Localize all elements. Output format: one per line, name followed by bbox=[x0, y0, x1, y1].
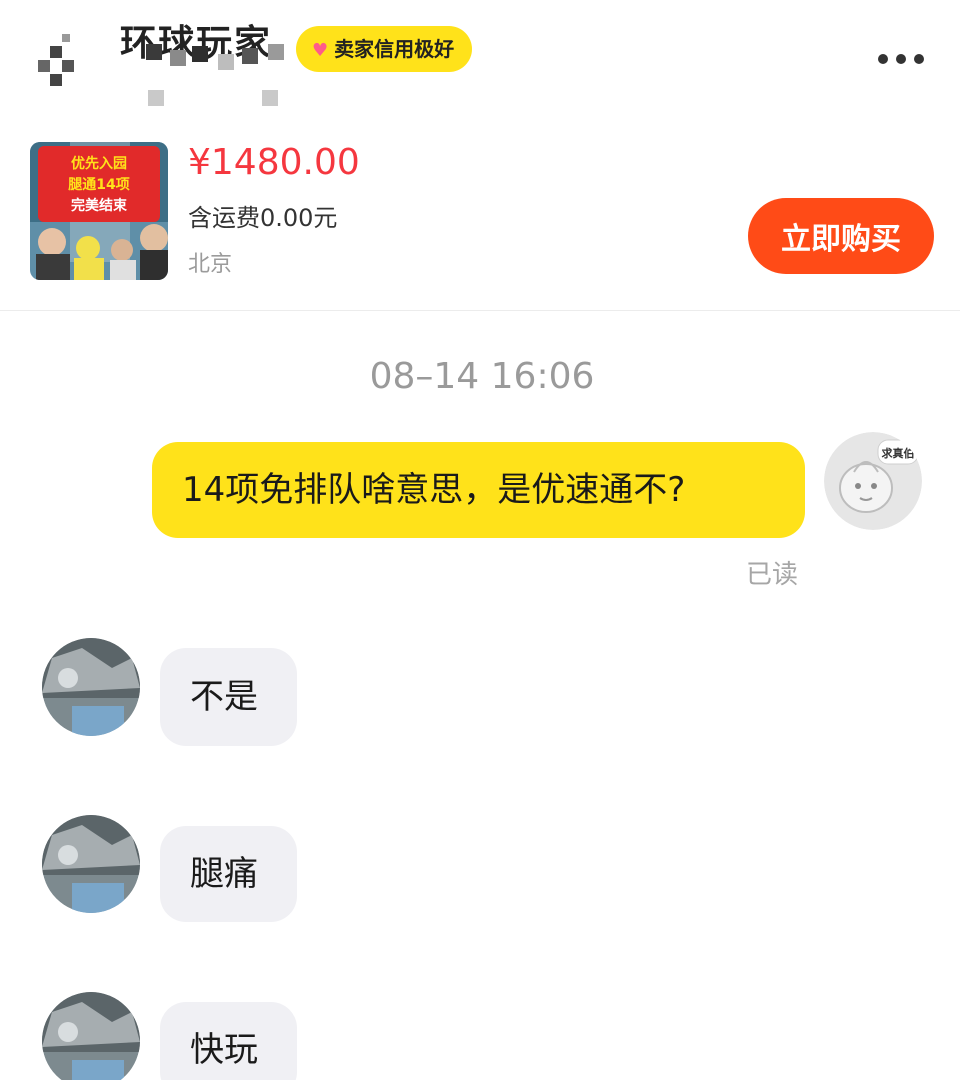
my-avatar[interactable]: 求真伯 bbox=[824, 432, 922, 530]
buy-now-button[interactable]: 立即购买 bbox=[748, 198, 934, 274]
seller-avatar[interactable] bbox=[42, 815, 140, 913]
seller-avatar[interactable] bbox=[42, 638, 140, 736]
thumbnail-line-1: 优先入园 bbox=[71, 155, 127, 172]
my-avatar-caption: 求真伯 bbox=[882, 446, 915, 460]
header: 环球玩家 ♥ 卖家信用极好 bbox=[0, 0, 960, 118]
chat-timestamp: 08–14 16:06 bbox=[369, 356, 595, 397]
thumbnail-line-3: 完美结束 bbox=[71, 197, 128, 214]
thumbnail-line-2: 腿通14项 bbox=[68, 177, 129, 193]
more-dots-icon[interactable] bbox=[876, 46, 926, 72]
message-bubble-outgoing[interactable]: 14项免排队啥意思，是优速通不? bbox=[152, 442, 805, 538]
chat-screen: 环球玩家 ♥ 卖家信用极好 优先入园 腿通14项 完美结束 ¥1480.00 含… bbox=[0, 0, 960, 1080]
product-card[interactable]: 优先入园 腿通14项 完美结束 ¥1480.00 含运费0.00元 北京 立即购… bbox=[0, 118, 960, 311]
seller-avatar[interactable] bbox=[42, 992, 140, 1080]
read-status: 已读 bbox=[746, 560, 799, 590]
message-bubble-incoming[interactable]: 快玩 bbox=[160, 1002, 297, 1080]
heart-icon: ♥ bbox=[312, 40, 329, 61]
back-arrow-icon[interactable] bbox=[36, 30, 96, 100]
product-thumbnail[interactable]: 优先入园 腿通14项 完美结束 bbox=[30, 142, 168, 280]
seller-credit-badge: ♥ 卖家信用极好 bbox=[296, 26, 473, 72]
message-bubble-incoming[interactable]: 不是 bbox=[160, 648, 297, 746]
product-price: ¥1480.00 bbox=[188, 142, 360, 183]
shipping-fee: 含运费0.00元 bbox=[188, 204, 338, 232]
seller-badge-label: 卖家信用极好 bbox=[334, 37, 455, 61]
product-location: 北京 bbox=[188, 252, 233, 277]
message-bubble-incoming[interactable]: 腿痛 bbox=[160, 826, 297, 922]
